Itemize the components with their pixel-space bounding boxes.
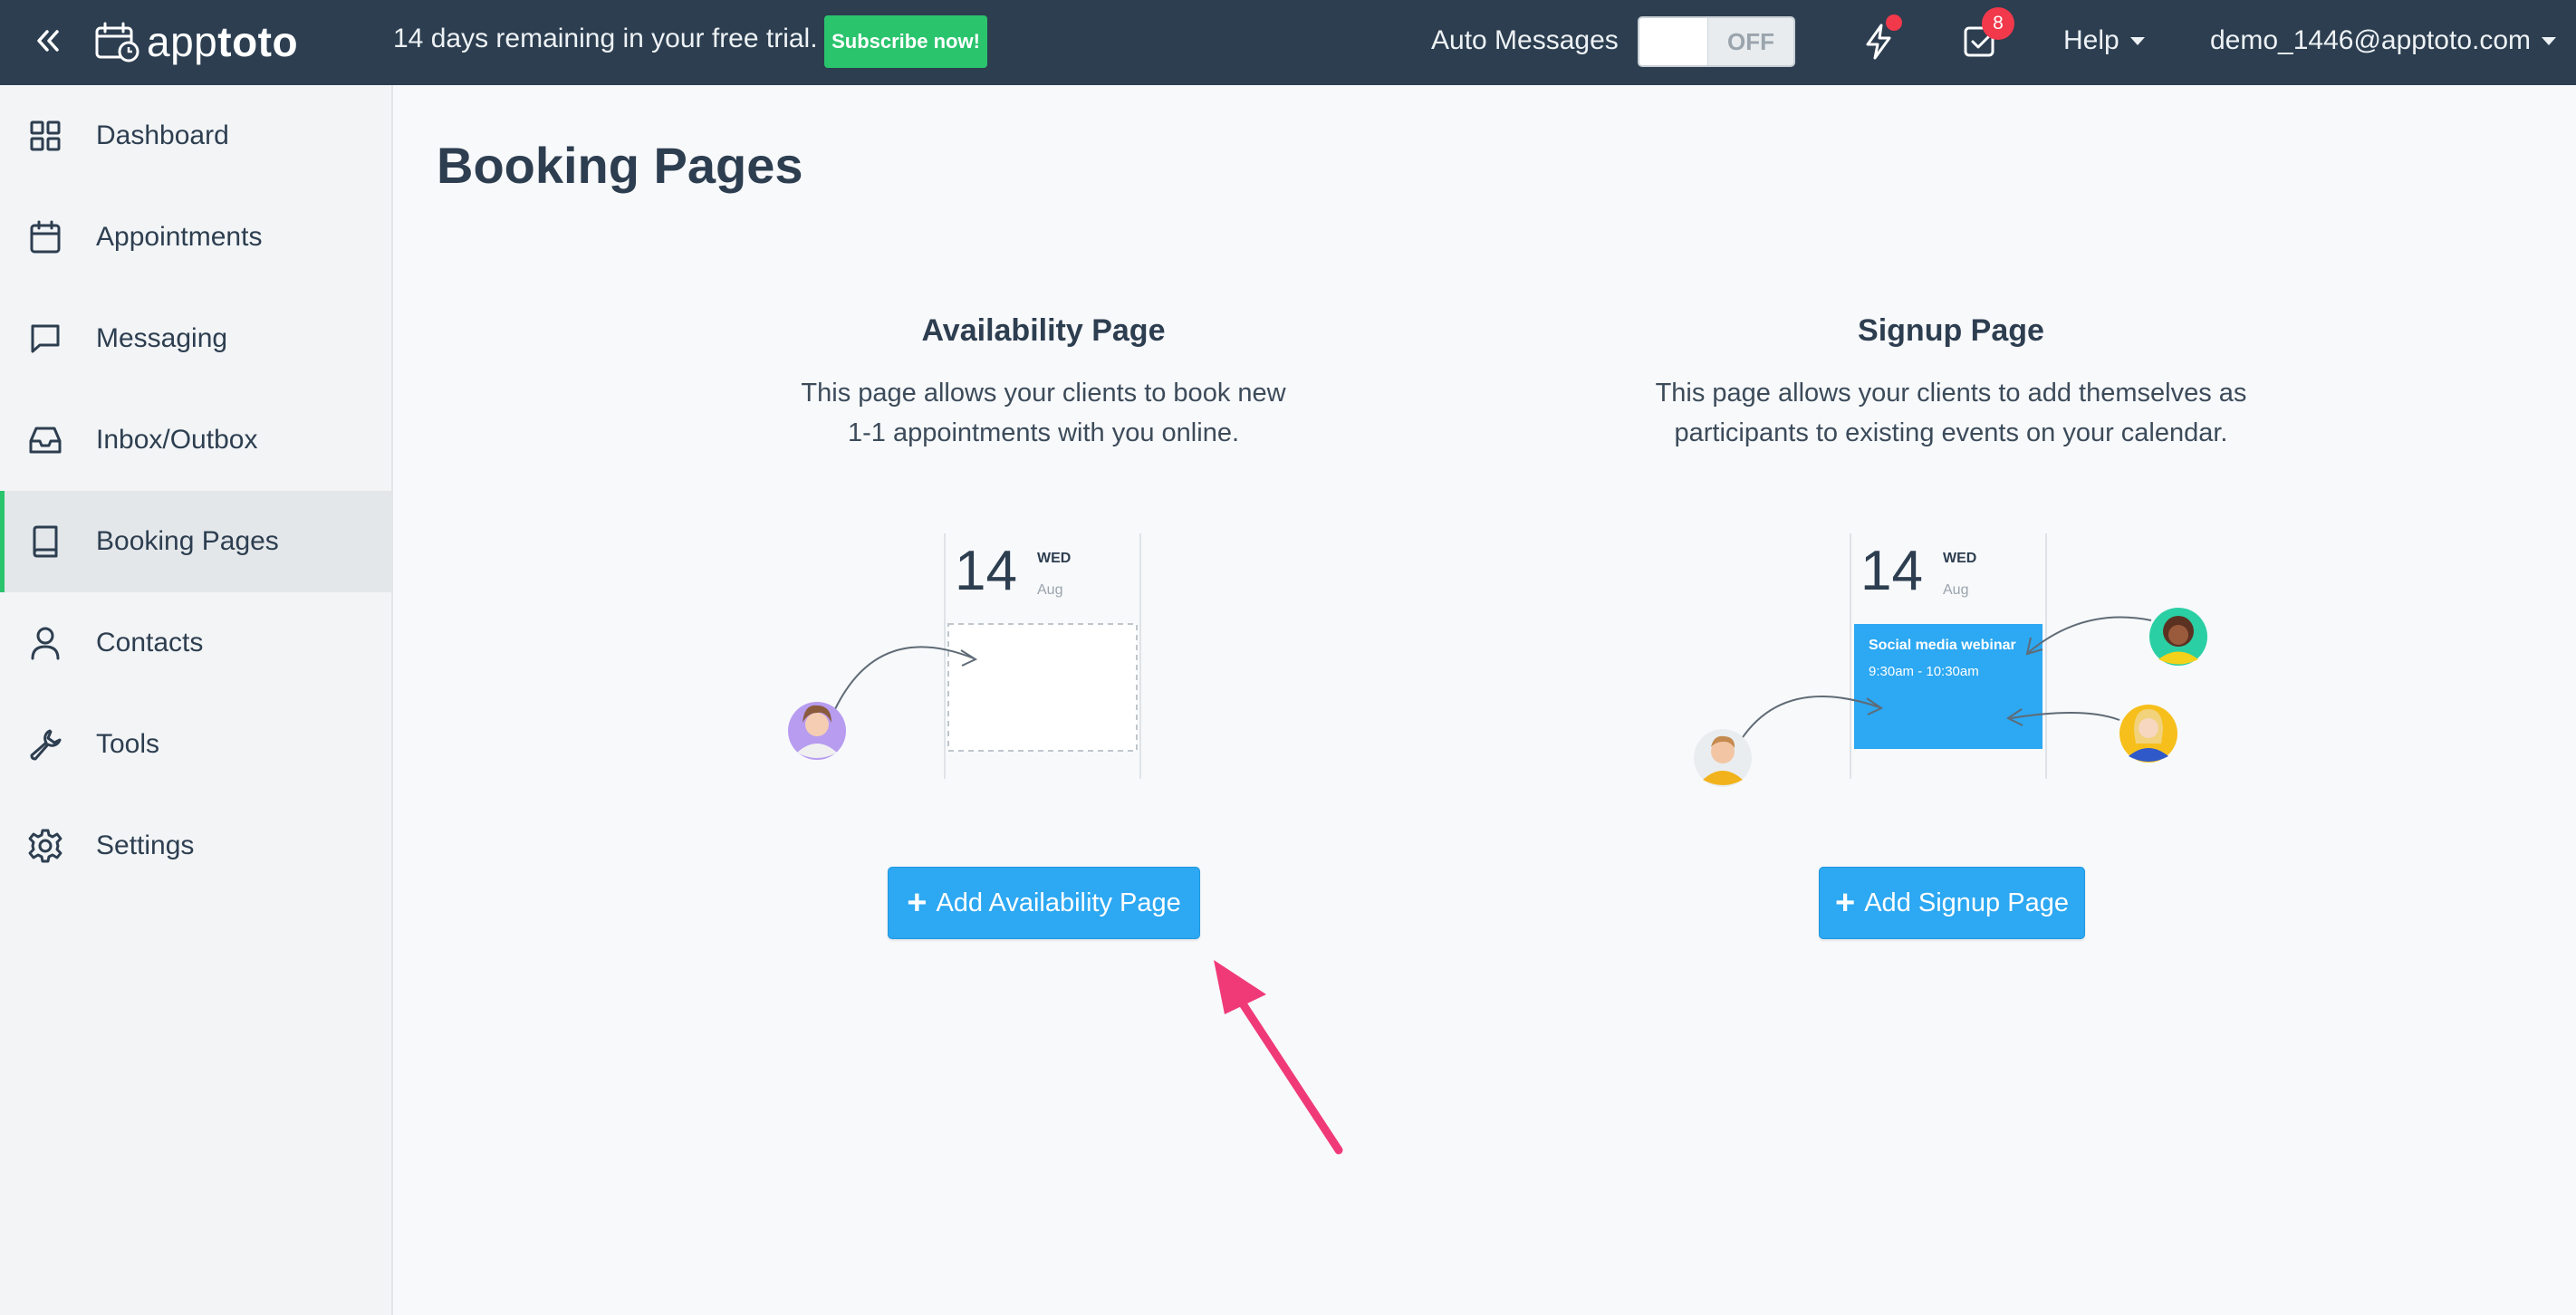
add-availability-page-label: Add Availability Page — [936, 888, 1181, 917]
subscribe-button[interactable]: Subscribe now! — [824, 15, 987, 68]
help-menu[interactable]: Help — [2063, 25, 2145, 56]
sidebar-item-label: Appointments — [96, 222, 263, 252]
sidebar-item-messaging[interactable]: Messaging — [0, 288, 391, 389]
help-label: Help — [2063, 25, 2119, 55]
sidebar-item-booking-pages[interactable]: Booking Pages — [0, 491, 391, 592]
signup-desc-line1: This page allows your clients to add the… — [1655, 379, 2247, 408]
signup-cal-month: Aug — [1943, 582, 1968, 598]
sidebar-item-contacts[interactable]: Contacts — [0, 592, 391, 694]
user-email: demo_1446@apptoto.com — [2210, 25, 2532, 55]
double-chevron-left-icon — [37, 30, 59, 52]
wrench-icon — [27, 726, 63, 763]
participant-avatar-woman-green — [2149, 608, 2207, 666]
signup-illustration: 14 WED Aug Social media webinar 9:30am -… — [1685, 530, 2228, 792]
signup-page-description: This page allows your clients to add the… — [1607, 373, 2295, 453]
sidebar-item-settings[interactable]: Settings — [0, 795, 391, 897]
availability-cal-day: 14 — [955, 540, 1017, 602]
plus-icon: + — [907, 884, 928, 922]
sidebar-item-label: Booking Pages — [96, 526, 279, 556]
tasks-count-badge: 8 — [1982, 7, 2014, 40]
apptoto-logo[interactable]: apptoto — [94, 16, 298, 67]
trial-notice: 14 days remaining in your free trial. — [393, 24, 818, 53]
sidebar-item-label: Settings — [96, 830, 195, 860]
notification-dot — [1886, 14, 1902, 31]
signup-event-time: 9:30am - 10:30am — [1869, 664, 1979, 679]
chat-icon — [27, 321, 63, 357]
sidebar-item-label: Dashboard — [96, 120, 229, 150]
participant-avatar-woman-yellow — [2119, 705, 2177, 763]
logo-text-light: app — [147, 18, 218, 65]
availability-cal-weekday: WED — [1037, 551, 1071, 566]
annotation-arrow-icon — [1214, 960, 1343, 1155]
sidebar-item-tools[interactable]: Tools — [0, 694, 391, 795]
availability-page-description: This page allows your clients to book ne… — [699, 373, 1388, 453]
signup-page-title: Signup Page — [1858, 313, 2044, 348]
sidebar-item-label: Tools — [96, 729, 160, 759]
availability-illustration: 14 WED Aug — [779, 530, 1159, 783]
signup-cal-day: 14 — [1860, 540, 1923, 602]
inbox-icon — [27, 422, 63, 458]
plus-icon: + — [1835, 884, 1856, 922]
sidebar-item-dashboard[interactable]: Dashboard — [0, 85, 391, 187]
signup-desc-line2: participants to existing events on your … — [1674, 418, 2228, 447]
sidebar: Dashboard Appointments Messaging Inbox/O… — [0, 85, 393, 1315]
auto-messages-toggle[interactable]: OFF — [1638, 16, 1795, 67]
caret-down-icon — [2129, 36, 2145, 45]
sidebar-item-appointments[interactable]: Appointments — [0, 187, 391, 288]
add-signup-page-label: Add Signup Page — [1864, 888, 2069, 917]
book-icon — [27, 523, 63, 560]
logo-text-bold: toto — [217, 18, 299, 65]
caret-down-icon — [2542, 36, 2557, 45]
top-bar: apptoto 14 days remaining in your free t… — [0, 0, 2576, 85]
grid-icon — [27, 118, 63, 154]
collapse-sidebar-button[interactable] — [27, 20, 69, 62]
signup-event-title: Social media webinar — [1869, 638, 2016, 653]
activity-button[interactable] — [1853, 14, 1904, 67]
gear-icon — [27, 828, 63, 864]
sidebar-item-label: Messaging — [96, 323, 228, 353]
availability-page-title: Availability Page — [921, 313, 1166, 348]
tasks-button[interactable]: 8 — [1955, 7, 2014, 67]
availability-desc-line2: 1-1 appointments with you online. — [847, 418, 1240, 447]
sidebar-item-inbox-outbox[interactable]: Inbox/Outbox — [0, 389, 391, 491]
toggle-state-text: OFF — [1727, 28, 1774, 55]
page-title: Booking Pages — [437, 137, 803, 194]
calendar-clock-logo-icon — [95, 22, 139, 62]
add-signup-page-button[interactable]: + Add Signup Page — [1819, 867, 2085, 939]
toggle-knob — [1639, 18, 1708, 65]
add-availability-page-button[interactable]: + Add Availability Page — [888, 867, 1200, 939]
participant-avatar-man — [1694, 729, 1752, 787]
signup-cal-weekday: WED — [1943, 551, 1976, 566]
availability-desc-line1: This page allows your clients to book ne… — [801, 379, 1286, 408]
user-menu[interactable]: demo_1446@apptoto.com — [2210, 25, 2557, 56]
person-icon — [27, 625, 63, 661]
client-avatar-woman — [788, 702, 846, 760]
calendar-icon — [27, 219, 63, 255]
sidebar-item-label: Inbox/Outbox — [96, 425, 258, 455]
auto-messages-label: Auto Messages — [1431, 25, 1619, 55]
availability-cal-month: Aug — [1037, 582, 1062, 598]
sidebar-item-label: Contacts — [96, 628, 204, 658]
